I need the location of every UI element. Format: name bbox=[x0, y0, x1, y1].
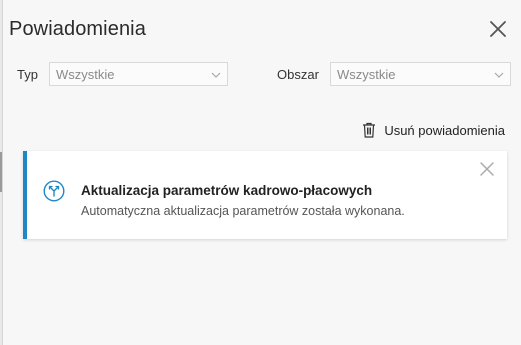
panel-header: Powiadomienia bbox=[9, 16, 511, 46]
merge-arrows-icon bbox=[43, 180, 65, 202]
clear-notifications-button[interactable]: Usuń powiadomienia bbox=[362, 120, 505, 140]
notifications-panel: Powiadomienia Typ Wszystkie Obszar Wszys… bbox=[2, 0, 521, 345]
close-icon[interactable] bbox=[487, 18, 509, 40]
area-filter-select[interactable]: Wszystkie bbox=[330, 62, 511, 86]
clear-notifications-label: Usuń powiadomienia bbox=[384, 122, 505, 138]
chevron-down-icon bbox=[494, 72, 504, 78]
panel-title: Powiadomienia bbox=[9, 18, 146, 40]
chevron-down-icon bbox=[211, 72, 221, 78]
type-filter-value: Wszystkie bbox=[56, 67, 115, 82]
filter-bar: Typ Wszystkie Obszar Wszystkie bbox=[17, 62, 511, 88]
area-filter-label: Obszar bbox=[277, 67, 319, 82]
type-filter-label: Typ bbox=[17, 67, 38, 82]
dismiss-notification-icon[interactable] bbox=[479, 161, 495, 177]
trash-icon bbox=[363, 122, 376, 138]
notification-body: Automatyczna aktualizacja parametrów zos… bbox=[81, 204, 405, 218]
type-filter-select[interactable]: Wszystkie bbox=[49, 62, 228, 86]
notification-title: Aktualizacja parametrów kadrowo-płacowyc… bbox=[81, 183, 373, 198]
notification-card[interactable]: Aktualizacja parametrów kadrowo-płacowyc… bbox=[23, 151, 507, 239]
area-filter-value: Wszystkie bbox=[337, 67, 396, 82]
